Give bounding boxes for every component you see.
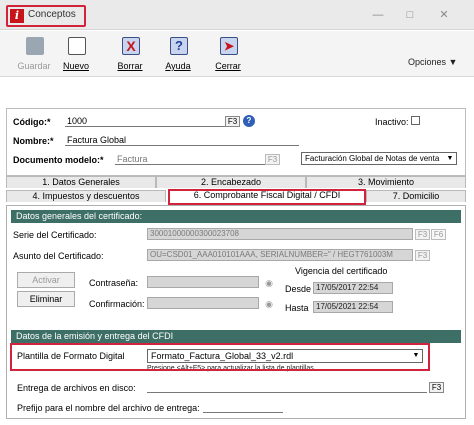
- tab-datos-generales[interactable]: 1. Datos Generales: [6, 176, 156, 188]
- confirm-label: Confirmación:: [89, 299, 145, 309]
- codigo-label: Código:*: [13, 117, 51, 127]
- new-button-label: Nuevo: [62, 61, 89, 71]
- close-icon[interactable]: ✕: [436, 8, 452, 22]
- help-button[interactable]: ? Ayuda: [160, 34, 196, 74]
- tab-encabezado[interactable]: 2. Encabezado: [156, 176, 306, 188]
- title-bar: i Conceptos — □ ✕: [0, 0, 474, 30]
- serie-field: 30001000000300023708: [147, 228, 413, 240]
- cert-section-heading: Datos generales del certificado:: [11, 210, 461, 223]
- tab-label: 4. Impuestos y descuentos: [32, 191, 140, 201]
- tab-label: 1. Datos Generales: [42, 177, 120, 187]
- tab-label: 3. Movimiento: [357, 177, 415, 187]
- plantilla-highlight-box: [10, 343, 430, 371]
- tab-movimiento[interactable]: 3. Movimiento: [306, 176, 466, 188]
- chevron-down-icon: ▼: [448, 57, 458, 67]
- delete-x-icon: X: [122, 37, 140, 55]
- docmodelo-field[interactable]: Factura: [115, 154, 265, 165]
- cfdi-tab-highlight-box: [168, 189, 366, 205]
- entrega-label: Entrega de archivos en disco:: [17, 383, 136, 393]
- serie-f6-button[interactable]: F6: [431, 229, 446, 240]
- options-menu-label: Opciones: [408, 57, 447, 67]
- password-field[interactable]: [147, 276, 259, 288]
- prefijo-label: Prefijo para el nombre del archivo de en…: [17, 403, 200, 413]
- desde-label: Desde: [285, 284, 312, 294]
- inactivo-label: Inactivo:: [375, 117, 409, 127]
- entrega-f3-button[interactable]: F3: [429, 382, 444, 393]
- exit-door-icon: ➤: [220, 37, 238, 55]
- nombre-label: Nombre:*: [13, 136, 54, 146]
- vigencia-label: Vigencia del certificado: [295, 266, 388, 276]
- options-menu[interactable]: Opciones ▼: [408, 57, 457, 67]
- codigo-f3-button[interactable]: F3: [225, 116, 240, 127]
- cfdi-tab-content: Datos generales del certificado: Serie d…: [6, 205, 466, 419]
- hasta-field: 17/05/2021 22:54: [313, 301, 393, 313]
- desde-field: 17/05/2017 22:54: [313, 282, 393, 294]
- title-highlight-box: [6, 5, 86, 27]
- tab-domicilio[interactable]: 7. Domicilio: [366, 190, 466, 202]
- eye-icon[interactable]: ◉: [263, 300, 275, 309]
- docmodelo-f3-button[interactable]: F3: [265, 154, 280, 165]
- nombre-field[interactable]: Factura Global: [65, 135, 299, 146]
- hasta-label: Hasta: [285, 303, 309, 313]
- eye-icon[interactable]: ◉: [263, 279, 275, 288]
- save-button[interactable]: Guardar: [16, 34, 52, 74]
- toolbar: Guardar Nuevo X Borrar ? Ayuda ➤ Cerrar …: [0, 31, 474, 77]
- eliminar-button[interactable]: Eliminar: [17, 291, 75, 307]
- inactivo-checkbox[interactable]: [411, 116, 420, 125]
- help-icon[interactable]: ?: [243, 115, 255, 127]
- dropdown-arrow-icon: ▼: [446, 155, 454, 162]
- docmodelo-select-value: Facturación Global de Notas de venta: [305, 154, 440, 163]
- confirm-field[interactable]: [147, 297, 259, 309]
- docmodelo-label: Documento modelo:*: [13, 155, 104, 165]
- delete-button[interactable]: X Borrar: [112, 34, 148, 74]
- concept-header-panel: Código:* 1000 F3 ? Inactivo: Nombre:* Fa…: [6, 108, 466, 176]
- serie-label: Serie del Certificado:: [13, 230, 97, 240]
- new-button[interactable]: Nuevo: [58, 34, 94, 74]
- asunto-label: Asunto del Certificado:: [13, 251, 104, 261]
- asunto-field: OU=CSD01_AAA010101AAA, SERIALNUMBER=" / …: [147, 249, 413, 261]
- docmodelo-select[interactable]: Facturación Global de Notas de venta ▼: [301, 152, 457, 165]
- activar-button[interactable]: Activar: [17, 272, 75, 288]
- close-button[interactable]: ➤ Cerrar: [210, 34, 246, 74]
- minimize-icon[interactable]: —: [370, 8, 386, 22]
- tab-impuestos[interactable]: 4. Impuestos y descuentos: [6, 190, 166, 202]
- floppy-icon: [26, 37, 44, 55]
- close-button-label: Cerrar: [215, 61, 241, 71]
- asunto-f3-button[interactable]: F3: [415, 250, 430, 261]
- prefijo-field[interactable]: [203, 402, 283, 413]
- maximize-icon[interactable]: □: [402, 8, 418, 22]
- new-document-icon: [68, 37, 86, 55]
- tab-label: 7. Domicilio: [392, 191, 440, 201]
- question-icon: ?: [170, 37, 188, 55]
- delete-button-label: Borrar: [117, 61, 143, 71]
- serie-f3-button[interactable]: F3: [415, 229, 430, 240]
- codigo-field[interactable]: 1000: [65, 116, 231, 127]
- entrega-field[interactable]: [147, 382, 427, 393]
- tab-label: 2. Encabezado: [200, 177, 262, 187]
- emision-section-heading: Datos de la emisión y entrega del CFDI: [11, 330, 461, 343]
- help-button-label: Ayuda: [165, 61, 191, 71]
- save-button-label: Guardar: [17, 61, 51, 71]
- password-label: Contraseña:: [89, 278, 139, 288]
